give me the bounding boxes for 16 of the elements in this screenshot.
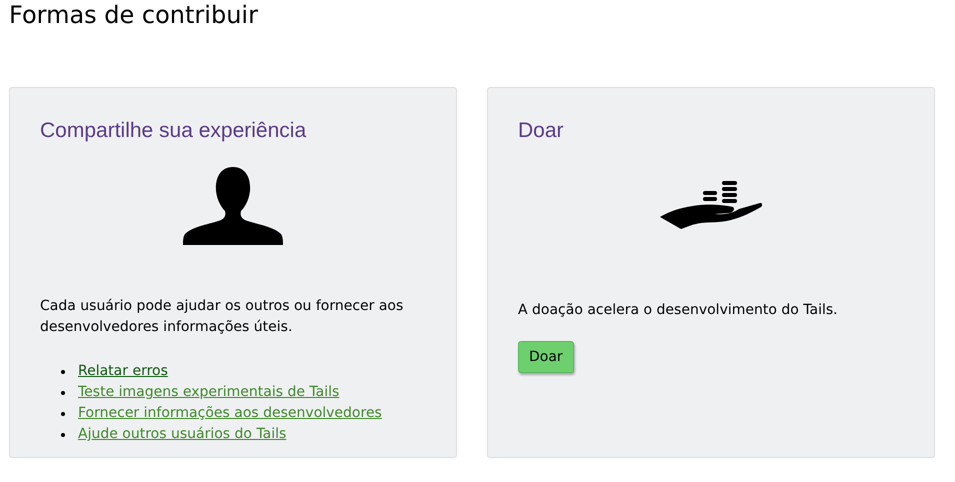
card-heading: Doar xyxy=(518,118,565,144)
bullet-icon xyxy=(61,432,65,436)
link[interactable]: Relatar erros xyxy=(78,361,168,382)
link[interactable]: Teste imagens experimentais de Tails xyxy=(78,382,340,403)
page-title: Formas de contribuir xyxy=(9,0,259,30)
link[interactable]: Fornecer informações aos desenvolvedores xyxy=(78,403,382,424)
card-text: A doação acelera o desenvolvimento do Tails. xyxy=(518,301,839,320)
link[interactable]: Ajude outros usuários do Tails xyxy=(78,424,286,445)
person-icon xyxy=(183,167,283,245)
bullet-icon xyxy=(61,370,65,374)
bullet-icon xyxy=(61,390,65,394)
card-text: Cada usuário pode ajudar os outros ou fornecer aos desenvolvedores informações úteis. xyxy=(40,297,404,337)
card-heading: Compartilhe sua experiência xyxy=(40,118,308,144)
bullet-icon xyxy=(61,412,65,416)
donate-button[interactable]: Doar xyxy=(518,341,574,373)
coin-hand-icon xyxy=(660,181,762,231)
